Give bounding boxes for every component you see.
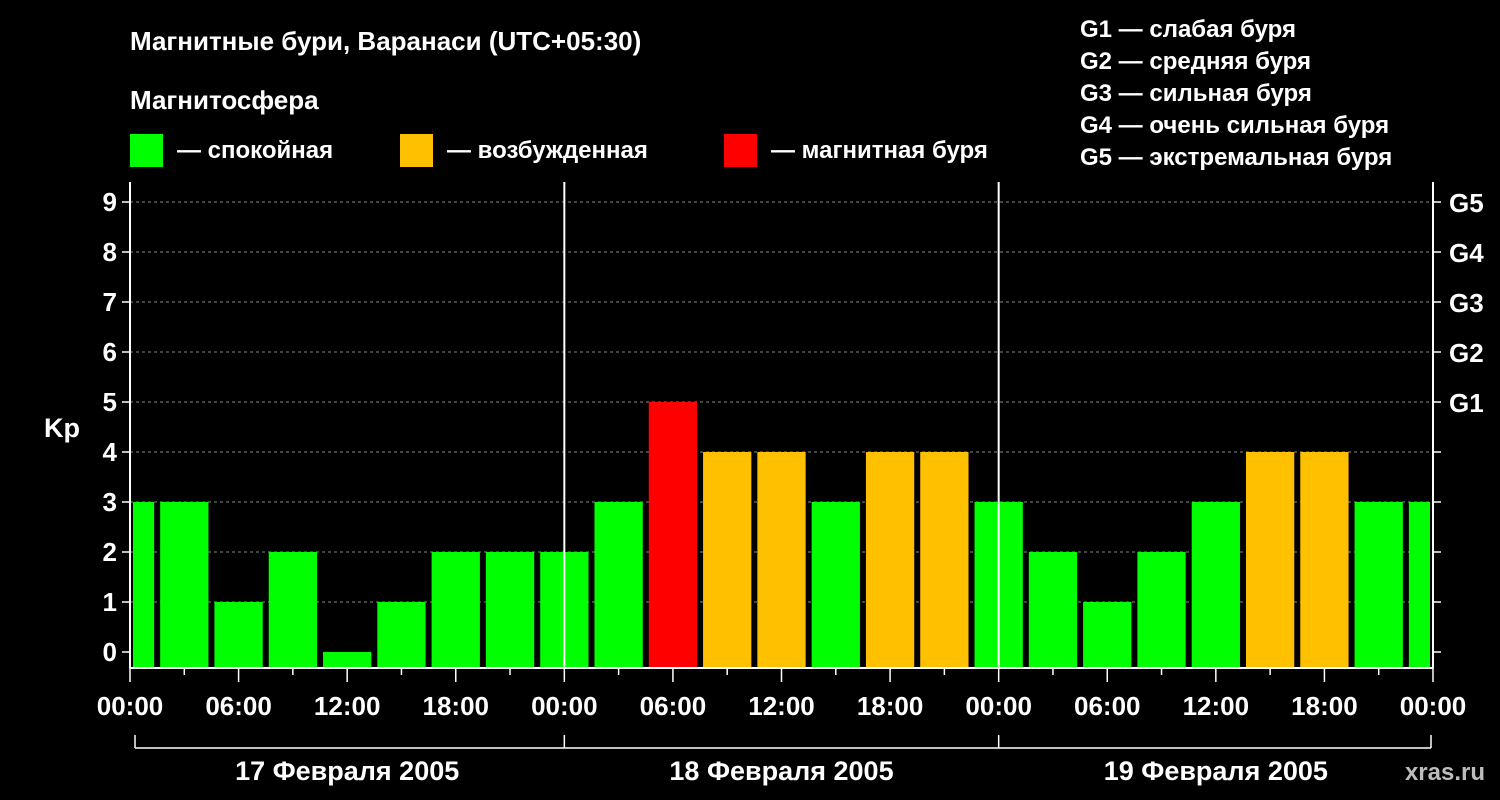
x-tick-label: 12:00: [748, 691, 815, 721]
y-tick-label: 1: [103, 587, 117, 617]
right-axis-ticks: G1 G2 G3 G4 G5: [1433, 188, 1484, 653]
day-label: 19 Февраля 2005: [1104, 756, 1328, 786]
storm-scale-g3: G3 — сильная буря: [1080, 80, 1312, 107]
x-tick-label: 00:00: [531, 691, 598, 721]
legend-heading: Магнитосфера: [130, 85, 319, 115]
x-tick-label: 00:00: [965, 691, 1032, 721]
y-tick-label: 2: [103, 537, 117, 567]
legend-item-active: — возбужденная: [400, 134, 648, 167]
x-tick-label: 06:00: [1074, 691, 1141, 721]
storm-scale-legend: G1 — слабая буря G2 — средняя буря G3 — …: [1080, 16, 1392, 171]
bar: [160, 502, 209, 668]
legend-label-quiet: — спокойная: [177, 137, 333, 164]
x-tick-label: 00:00: [1400, 691, 1467, 721]
right-axis-label: G4: [1449, 238, 1484, 268]
y-axis-ticks: 0 1 2 3 4 5 6 7 8 9: [103, 187, 130, 667]
bar: [323, 652, 372, 668]
bars: [133, 402, 1430, 668]
chart-title: Магнитные бури, Варанаси (UTC+05:30): [130, 26, 641, 56]
legend-swatch-quiet: [130, 134, 163, 167]
legend: — спокойная — возбужденная — магнитная б…: [130, 134, 988, 167]
legend-swatch-active: [400, 134, 433, 167]
storm-scale-g4: G4 — очень сильная буря: [1080, 112, 1389, 139]
bar: [703, 452, 752, 668]
legend-swatch-storm: [724, 134, 757, 167]
y-tick-label: 0: [103, 637, 117, 667]
bar: [1354, 502, 1403, 668]
bar: [1137, 552, 1186, 668]
y-tick-label: 9: [103, 187, 117, 217]
x-tick-label: 00:00: [97, 691, 164, 721]
bar: [1245, 452, 1295, 668]
bar: [865, 452, 915, 668]
x-tick-label: 18:00: [1291, 691, 1358, 721]
bar: [757, 452, 806, 668]
y-tick-label: 5: [103, 387, 117, 417]
legend-item-storm: — магнитная буря: [724, 134, 988, 167]
legend-item-quiet: — спокойная: [130, 134, 333, 167]
y-tick-label: 7: [103, 287, 117, 317]
bar: [594, 502, 643, 668]
x-tick-label: 18:00: [857, 691, 924, 721]
y-tick-label: 6: [103, 337, 117, 367]
bar: [133, 502, 155, 668]
legend-label-active: — возбужденная: [447, 137, 648, 164]
bar: [268, 552, 318, 668]
kp-chart: Магнитные бури, Варанаси (UTC+05:30) Маг…: [44, 16, 1485, 786]
bar: [1408, 502, 1430, 668]
y-tick-label: 8: [103, 237, 117, 267]
bar: [377, 602, 426, 668]
bar: [1191, 502, 1240, 668]
x-axis-ticks: 00:00 06:00 12:00 18:00 00:00 06:00 12:00 18:00…: [97, 668, 1467, 721]
right-axis-label: G5: [1449, 188, 1484, 218]
storm-scale-g1: G1 — слабая буря: [1080, 16, 1296, 43]
bar: [648, 402, 698, 668]
day-label: 17 Февраля 2005: [235, 756, 459, 786]
storm-scale-g5: G5 — экстремальная буря: [1080, 144, 1392, 171]
bar: [920, 452, 969, 668]
day-labels: 17 Февраля 2005 18 Февраля 2005 19 Февраля…: [134, 735, 1432, 786]
bar: [485, 552, 535, 668]
x-tick-label: 18:00: [423, 691, 490, 721]
x-tick-label: 06:00: [640, 691, 707, 721]
x-tick-label: 06:00: [205, 691, 272, 721]
day-label: 18 Февраля 2005: [669, 756, 893, 786]
right-axis-label: G2: [1449, 338, 1484, 368]
y-tick-label: 3: [103, 487, 117, 517]
watermark: xras.ru: [1405, 759, 1485, 786]
bar: [431, 552, 480, 668]
y-tick-label: 4: [103, 437, 118, 467]
bar: [1300, 452, 1349, 668]
x-tick-label: 12:00: [1183, 691, 1250, 721]
bar: [214, 602, 263, 668]
x-tick-label: 12:00: [314, 691, 381, 721]
right-axis-label: G3: [1449, 288, 1484, 318]
bar: [811, 502, 860, 668]
bar: [1083, 602, 1132, 668]
legend-label-storm: — магнитная буря: [771, 137, 988, 164]
right-axis-label: G1: [1449, 388, 1484, 418]
bar: [1028, 552, 1078, 668]
y-axis-label: Kp: [44, 413, 80, 443]
storm-scale-g2: G2 — средняя буря: [1080, 48, 1311, 75]
